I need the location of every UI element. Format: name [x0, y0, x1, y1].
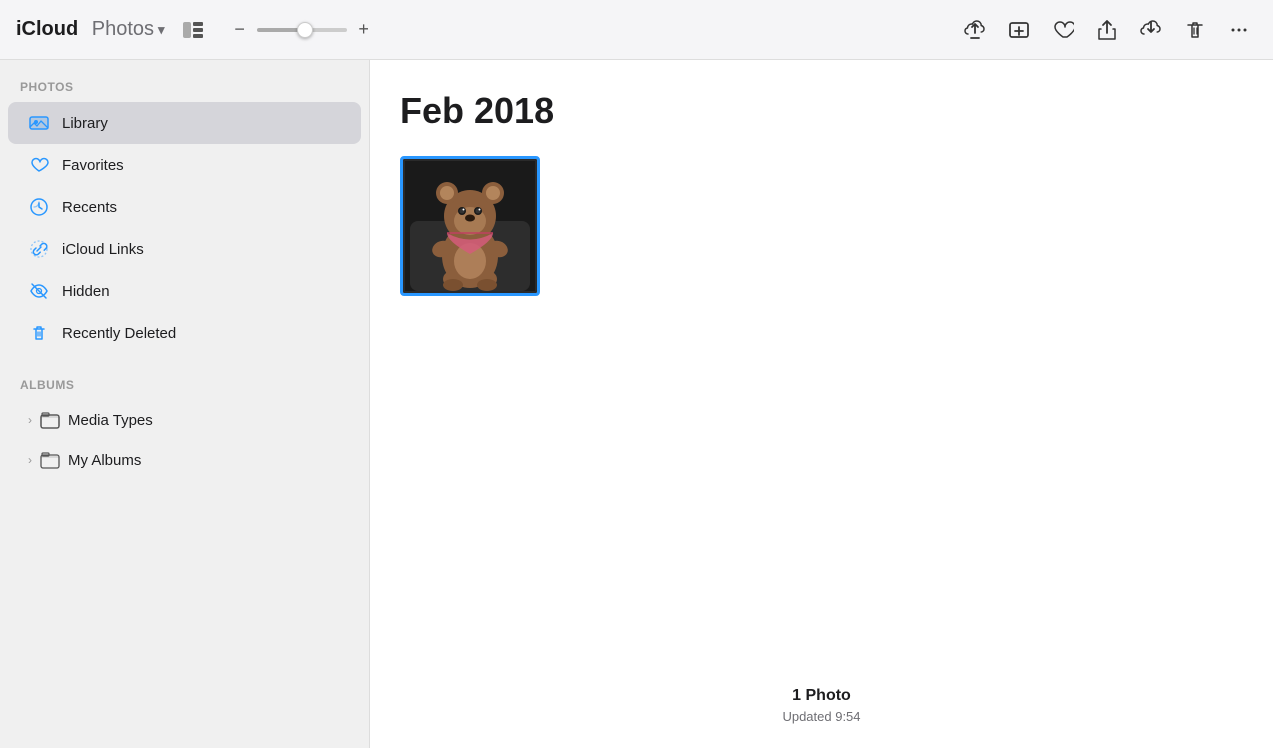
photo-area: Feb 2018 — [370, 60, 1273, 748]
sidebar-item-media-types-label: Media Types — [68, 412, 153, 429]
favorite-button[interactable] — [1045, 12, 1081, 48]
photo-count: 1 Photo — [400, 687, 1243, 705]
more-icon — [1228, 19, 1250, 41]
app-title-photos: Photos — [92, 18, 154, 41]
toolbar-right — [957, 12, 1257, 48]
recents-icon — [28, 196, 50, 218]
download-button[interactable] — [1133, 12, 1169, 48]
sidebar-item-my-albums-label: My Albums — [68, 452, 141, 469]
sidebar-item-recents-label: Recents — [62, 199, 117, 216]
sidebar-item-favorites-label: Favorites — [62, 157, 124, 174]
favorite-icon — [1052, 19, 1074, 41]
upload-icon — [964, 19, 986, 41]
share-button[interactable] — [1089, 12, 1125, 48]
sidebar-toggle-icon — [183, 22, 203, 38]
icloud-links-icon — [28, 238, 50, 260]
sidebar-item-recently-deleted-label: Recently Deleted — [62, 325, 176, 342]
download-icon — [1140, 19, 1162, 41]
toolbar-left: iCloud Photos ▾ − + — [16, 14, 957, 46]
sidebar: Photos Library Favorites — [0, 60, 370, 748]
zoom-control: − + — [229, 19, 375, 41]
sidebar-item-icloud-links-label: iCloud Links — [62, 241, 144, 258]
sidebar-item-my-albums[interactable]: › My Albums — [8, 440, 361, 480]
delete-button[interactable] — [1177, 12, 1213, 48]
sidebar-item-favorites[interactable]: Favorites — [8, 144, 361, 186]
media-types-folder-icon — [40, 410, 60, 430]
photo-status: 1 Photo Updated 9:54 — [400, 667, 1243, 748]
delete-icon — [1184, 19, 1206, 41]
teddy-svg — [405, 161, 535, 291]
photo-thumbnail[interactable] — [400, 156, 540, 296]
zoom-slider[interactable] — [257, 28, 347, 32]
sidebar-item-media-types[interactable]: › Media Types — [8, 400, 361, 440]
sidebar-item-library-label: Library — [62, 115, 108, 132]
sidebar-toggle-button[interactable] — [177, 14, 209, 46]
my-albums-folder-icon — [40, 450, 60, 470]
sidebar-item-hidden-label: Hidden — [62, 283, 110, 300]
app-title-icloud: iCloud — [16, 18, 78, 41]
recently-deleted-icon — [28, 322, 50, 344]
add-to-shared-album-button[interactable] — [1001, 12, 1037, 48]
upload-button[interactable] — [957, 12, 993, 48]
app-title-chevron: ▾ — [158, 22, 165, 38]
photo-updated: Updated 9:54 — [400, 709, 1243, 724]
app-title[interactable]: iCloud Photos ▾ — [16, 18, 165, 41]
favorites-icon — [28, 154, 50, 176]
albums-section: Albums › Media Types › — [0, 378, 369, 480]
photo-grid — [400, 156, 1243, 667]
hidden-icon — [28, 280, 50, 302]
sidebar-item-library[interactable]: Library — [8, 102, 361, 144]
my-albums-chevron-icon: › — [28, 453, 32, 467]
add-to-shared-album-icon — [1008, 19, 1030, 41]
sidebar-item-hidden[interactable]: Hidden — [8, 270, 361, 312]
share-icon — [1096, 19, 1118, 41]
toolbar: iCloud Photos ▾ − + — [0, 0, 1273, 60]
main-content: Photos Library Favorites — [0, 60, 1273, 748]
teddy-photo — [403, 159, 537, 293]
zoom-out-button[interactable]: − — [229, 19, 251, 41]
sidebar-item-recents[interactable]: Recents — [8, 186, 361, 228]
zoom-in-button[interactable]: + — [353, 19, 375, 41]
photos-section-title: Photos — [0, 80, 369, 102]
media-types-chevron-icon: › — [28, 413, 32, 427]
sidebar-item-icloud-links[interactable]: iCloud Links — [8, 228, 361, 270]
more-button[interactable] — [1221, 12, 1257, 48]
library-icon — [28, 112, 50, 134]
sidebar-item-recently-deleted[interactable]: Recently Deleted — [8, 312, 361, 354]
photo-area-title: Feb 2018 — [400, 90, 1243, 132]
albums-section-title: Albums — [0, 378, 369, 400]
